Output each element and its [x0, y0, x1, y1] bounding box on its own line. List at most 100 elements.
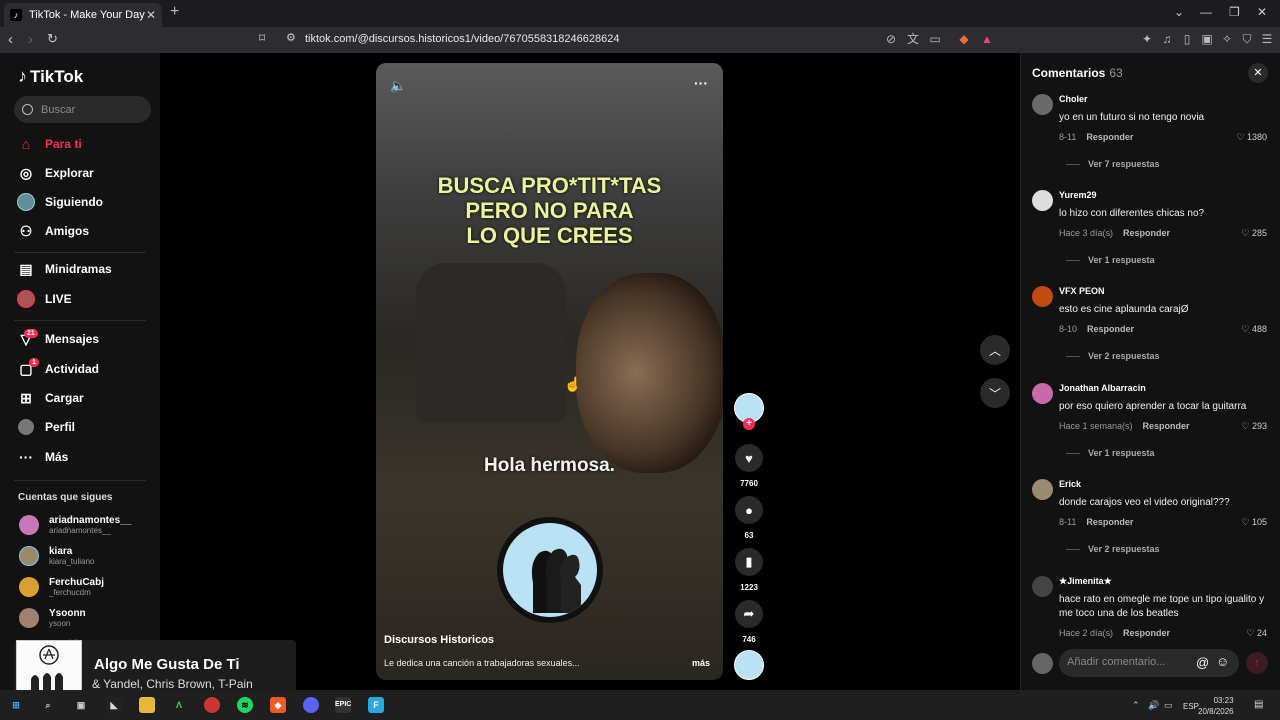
close-comments-button[interactable]: ✕ — [1248, 63, 1268, 83]
notification-icon[interactable]: ▤ — [1254, 699, 1263, 710]
avatar[interactable] — [1032, 479, 1053, 500]
video-author[interactable]: Discursos Historicos — [384, 634, 494, 646]
network-icon[interactable]: ▭ — [1164, 700, 1173, 711]
tray-chevron-icon[interactable]: ⌃ — [1132, 700, 1140, 711]
app-icon[interactable] — [204, 697, 220, 713]
browser-tab[interactable]: ♪ TikTok - Make Your Day ✕ — [4, 3, 162, 27]
description-more-button[interactable]: más — [692, 658, 710, 668]
file-explorer-icon[interactable] — [139, 697, 155, 713]
app-icon[interactable]: F — [368, 697, 384, 713]
comment-user[interactable]: Erick — [1059, 479, 1081, 489]
camera-off-icon[interactable]: ⊘ — [884, 32, 898, 46]
mention-icon[interactable]: @ — [1196, 655, 1209, 670]
avatar[interactable] — [1032, 286, 1053, 307]
new-tab-button[interactable]: + — [170, 3, 179, 21]
nav-item-para-ti[interactable]: ⌂ Para ti — [17, 135, 82, 153]
reply-button[interactable]: Responder — [1143, 421, 1190, 431]
nav-item-minidramas[interactable]: ▤ Minidramas — [17, 260, 111, 278]
next-video-button[interactable]: ﹀ — [980, 378, 1010, 408]
cast-icon[interactable]: ▭ — [928, 32, 942, 46]
nav-item-live[interactable]: LIVE — [17, 290, 72, 308]
nav-item-amigos[interactable]: ⚇ Amigos — [17, 222, 89, 240]
comment-user[interactable]: ★Jimenita★ — [1059, 576, 1112, 587]
translate-icon[interactable]: 文 — [906, 32, 920, 46]
speaker-icon[interactable]: 🔊 — [1148, 700, 1159, 711]
avatar[interactable] — [1032, 190, 1053, 211]
search-icon[interactable]: ⌕ — [40, 697, 56, 713]
spotify-icon[interactable]: ≋ — [237, 697, 253, 713]
menu-icon[interactable]: ☰ — [1260, 32, 1274, 46]
view-replies-button[interactable]: Ver 2 respuestas — [1066, 544, 1160, 554]
follow-plus-button[interactable]: + — [743, 418, 755, 430]
bookmark-icon[interactable]: ⌑ — [259, 31, 265, 45]
nav-item-siguiendo[interactable]: Siguiendo — [17, 193, 103, 211]
reply-button[interactable]: Responder — [1087, 324, 1134, 334]
search-input[interactable]: Buscar — [14, 96, 151, 123]
tab-list-chevron-icon[interactable]: ⌄ — [1174, 5, 1184, 19]
video-player[interactable]: 🔈 ··· BUSCA PRO*TIT*TAS PERO NO PARA LO … — [376, 63, 723, 680]
close-window-button[interactable]: ✕ — [1257, 5, 1267, 19]
comment-user[interactable]: Jonathan Albarracin — [1059, 383, 1146, 393]
music-disc-avatar[interactable] — [734, 650, 764, 680]
nav-item-explorar[interactable]: ◎ Explorar — [17, 164, 94, 182]
app-icon[interactable]: ◣ — [106, 697, 122, 713]
previous-video-button[interactable]: ︿ — [980, 335, 1010, 365]
comment-input[interactable]: Añadir comentario... — [1059, 649, 1239, 677]
emoji-icon[interactable]: ☺ — [1216, 654, 1229, 669]
comment-like[interactable]: ♡ 24 — [1246, 628, 1267, 639]
media-icon[interactable]: ♫ — [1160, 32, 1174, 46]
maximize-button[interactable]: ❐ — [1229, 5, 1240, 19]
account-item[interactable]: Ysoonn ysoon — [19, 608, 86, 628]
site-settings-icon[interactable]: ⚙ — [286, 31, 296, 44]
comment-like[interactable]: ♡ 488 — [1241, 324, 1267, 335]
account-item[interactable]: kiara kiara_tuliano — [19, 546, 94, 566]
sidebar-icon[interactable]: ▯ — [1180, 32, 1194, 46]
brave-icon[interactable]: ◆ — [270, 697, 286, 713]
nav-item-perfil[interactable]: Perfil — [17, 418, 75, 436]
share-button[interactable]: ➦ — [735, 600, 763, 628]
comment-like[interactable]: ♡ 105 — [1241, 517, 1267, 528]
leo-ai-icon[interactable]: ✧ — [1220, 32, 1234, 46]
reply-button[interactable]: Responder — [1123, 228, 1170, 238]
language-indicator[interactable]: ESP — [1183, 702, 1199, 711]
reply-button[interactable]: Responder — [1123, 628, 1170, 638]
account-item[interactable]: FerchuCabj _ferchucdm — [19, 577, 104, 597]
minimize-button[interactable]: — — [1200, 5, 1212, 19]
nav-item-mas[interactable]: ··· Más — [17, 448, 68, 466]
account-item[interactable]: ariadnamontes__ ariadnamontes__ — [19, 515, 131, 535]
send-comment-button[interactable]: ↑ — [1246, 652, 1268, 674]
avatar[interactable] — [1032, 94, 1053, 115]
tiktok-logo[interactable]: ♪ TikTok — [18, 66, 83, 87]
save-button[interactable]: ▮ — [735, 548, 763, 576]
view-replies-button[interactable]: Ver 1 respuesta — [1066, 448, 1155, 458]
comment-like[interactable]: ♡ 293 — [1241, 421, 1267, 432]
comment-like[interactable]: ♡ 1380 — [1236, 132, 1267, 143]
like-button[interactable]: ♥ — [735, 444, 763, 472]
url-field[interactable]: tiktok.com/@discursos.historicos1/video/… — [305, 33, 619, 45]
vpn-icon[interactable]: ⛉ — [1240, 32, 1254, 46]
comment-user[interactable]: Yurem29 — [1059, 190, 1097, 200]
start-icon[interactable]: ⊞ — [8, 697, 24, 713]
video-more-icon[interactable]: ··· — [694, 75, 708, 91]
reply-button[interactable]: Responder — [1086, 132, 1133, 142]
avatar[interactable] — [1032, 383, 1053, 404]
comment-user[interactable]: Choler — [1059, 94, 1088, 104]
extensions-icon[interactable]: ✦ — [1140, 32, 1154, 46]
back-button[interactable]: ‹ — [8, 31, 13, 48]
forward-button[interactable]: › — [28, 31, 33, 48]
comment-like[interactable]: ♡ 285 — [1241, 228, 1267, 239]
comment-button[interactable]: ● — [735, 496, 763, 524]
app-icon[interactable]: Λ — [171, 697, 187, 713]
wallet-icon[interactable]: ▣ — [1200, 32, 1214, 46]
tab-close-icon[interactable]: ✕ — [146, 8, 156, 22]
view-replies-button[interactable]: Ver 1 respuesta — [1066, 255, 1155, 265]
view-replies-button[interactable]: Ver 2 respuestas — [1066, 351, 1160, 361]
nav-item-cargar[interactable]: ⊞ Cargar — [17, 389, 84, 407]
volume-icon[interactable]: 🔈 — [390, 78, 406, 94]
brave-shield-icon[interactable]: ◆ — [957, 32, 971, 46]
view-replies-button[interactable]: Ver 7 respuestas — [1066, 159, 1160, 169]
reload-button[interactable]: ↻ — [47, 31, 58, 47]
avatar[interactable] — [1032, 576, 1053, 597]
brave-rewards-icon[interactable]: ▲ — [980, 32, 994, 46]
comment-user[interactable]: VFX PEON — [1059, 286, 1105, 296]
